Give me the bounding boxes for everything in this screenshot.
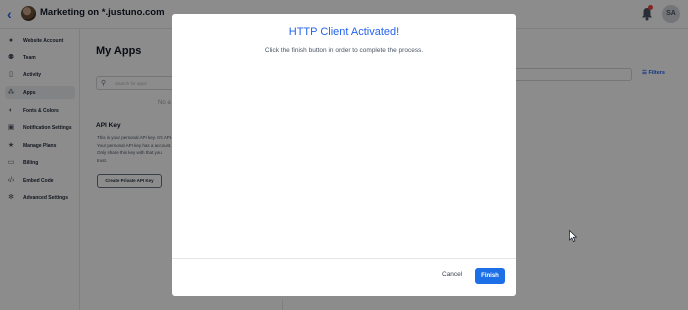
cancel-button[interactable]: Cancel <box>442 271 462 278</box>
finish-button[interactable]: Finish <box>475 268 505 284</box>
modal-title: HTTP Client Activated! <box>288 26 400 38</box>
activation-modal: HTTP Client Activated! Click the finish … <box>172 14 516 296</box>
modal-divider <box>172 258 516 259</box>
mouse-cursor-icon <box>569 230 577 242</box>
modal-subtitle: Click the finish button in order to comp… <box>264 47 424 54</box>
